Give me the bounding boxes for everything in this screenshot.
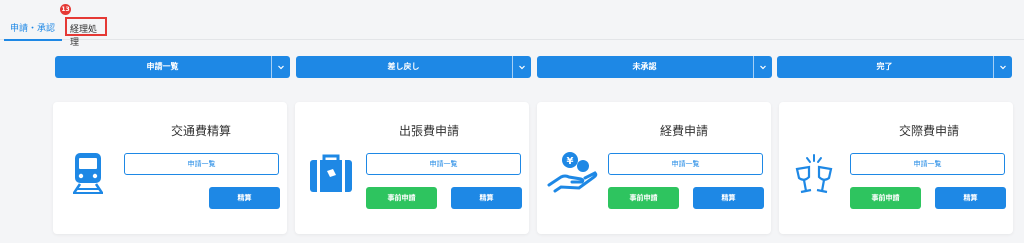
pre-application-button[interactable]: 事前申請 — [608, 187, 679, 209]
card-title: 出張費申請 — [399, 124, 460, 138]
filter-returned-dropdown[interactable]: 差し戻し — [296, 56, 531, 78]
pre-application-button[interactable]: 事前申請 — [366, 187, 437, 209]
tab-approval[interactable]: 申請・承認 — [4, 17, 62, 41]
chevron-down-icon[interactable] — [753, 56, 772, 78]
card-expense: 経費申請 ¥ 申請一覧 事前申請 精算 — [537, 102, 771, 234]
top-tab-bar: 申請・承認 経理処理 13 — [0, 0, 1024, 48]
settle-button[interactable]: 精算 — [451, 187, 522, 209]
settle-button[interactable]: 精算 — [935, 187, 1006, 209]
train-icon — [63, 147, 115, 199]
chevron-down-icon[interactable] — [271, 56, 290, 78]
filter-label: 完了 — [876, 62, 893, 71]
application-list-button[interactable]: 申請一覧 — [124, 153, 279, 175]
card-transportation: 交通費精算 申請一覧 精算 — [53, 102, 287, 234]
card-title: 交通費精算 — [171, 124, 232, 138]
suitcase-icon — [305, 147, 357, 199]
hand-coin-icon: ¥ — [547, 147, 599, 199]
tab-accounting[interactable]: 経理処理 — [65, 17, 107, 48]
settle-button[interactable]: 精算 — [209, 187, 280, 209]
card-business-trip: 出張費申請 申請一覧 事前申請 精算 — [295, 102, 529, 234]
notification-badge: 13 — [60, 4, 71, 15]
application-list-button[interactable]: 申請一覧 — [608, 153, 763, 175]
card-title: 経費申請 — [660, 124, 709, 138]
card-entertainment: 交際費申請 申請一覧 事前申請 精算 — [779, 102, 1013, 234]
filter-label: 未承認 — [632, 62, 657, 71]
filter-unapproved-dropdown[interactable]: 未承認 — [537, 56, 772, 78]
card-title: 交際費申請 — [899, 124, 960, 138]
svg-text:¥: ¥ — [567, 156, 574, 167]
filter-completed-dropdown[interactable]: 完了 — [777, 56, 1012, 78]
filter-label: 差し戻し — [387, 62, 420, 71]
pre-application-button[interactable]: 事前申請 — [850, 187, 921, 209]
application-list-button[interactable]: 申請一覧 — [366, 153, 521, 175]
filter-label: 申請一覧 — [146, 62, 179, 71]
toast-glasses-icon — [789, 147, 841, 199]
filter-applications-dropdown[interactable]: 申請一覧 — [55, 56, 290, 78]
chevron-down-icon[interactable] — [993, 56, 1012, 78]
settle-button[interactable]: 精算 — [693, 187, 764, 209]
chevron-down-icon[interactable] — [512, 56, 531, 78]
application-list-button[interactable]: 申請一覧 — [850, 153, 1005, 175]
